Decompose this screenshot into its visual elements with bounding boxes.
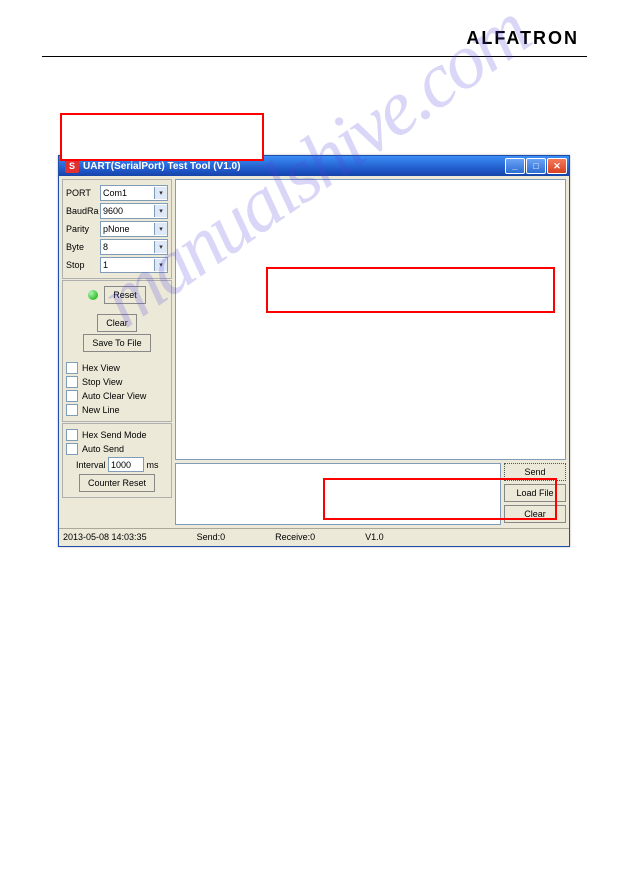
new-line-check[interactable]: New Line [66, 404, 168, 416]
chevron-down-icon: ▾ [154, 223, 167, 235]
status-led-icon [88, 290, 98, 300]
byte-label: Byte [66, 242, 100, 252]
hex-view-check[interactable]: Hex View [66, 362, 168, 374]
receive-textarea[interactable] [175, 179, 566, 460]
interval-label: Interval [76, 460, 106, 470]
auto-send-check[interactable]: Auto Send [66, 443, 168, 455]
byte-combo[interactable]: 8▾ [100, 239, 168, 255]
status-recv-count: Receive:0 [275, 532, 315, 542]
clear-button[interactable]: Clear [97, 314, 137, 332]
close-button[interactable]: ✕ [547, 158, 567, 174]
maximize-button[interactable]: □ [526, 158, 546, 174]
window-title: UART(SerialPort) Test Tool (V1.0) [83, 161, 240, 172]
annotation-box-1 [60, 113, 264, 161]
baud-label: BaudRa [66, 206, 100, 216]
interval-unit: ms [147, 460, 159, 470]
port-label: PORT [66, 188, 100, 198]
status-version: V1.0 [365, 532, 384, 542]
interval-input[interactable]: 1000 [108, 457, 144, 472]
parity-combo[interactable]: pNone▾ [100, 221, 168, 237]
auto-clear-check[interactable]: Auto Clear View [66, 390, 168, 402]
counter-reset-button[interactable]: Counter Reset [79, 474, 155, 492]
chevron-down-icon: ▾ [154, 187, 167, 199]
chevron-down-icon: ▾ [154, 205, 167, 217]
annotation-box-2 [266, 267, 555, 313]
minimize-button[interactable]: _ [505, 158, 525, 174]
stop-combo[interactable]: 1▾ [100, 257, 168, 273]
status-bar: 2013-05-08 14:03:35 Send:0 Receive:0 V1.… [59, 528, 569, 544]
parity-label: Parity [66, 224, 100, 234]
baud-combo[interactable]: 9600▾ [100, 203, 168, 219]
save-to-file-button[interactable]: Save To File [83, 334, 150, 352]
port-combo[interactable]: Com1▾ [100, 185, 168, 201]
app-icon: S [65, 159, 79, 173]
brand-logo: ALFATRON [466, 28, 579, 49]
chevron-down-icon: ▾ [154, 241, 167, 253]
reset-button[interactable]: Reset [104, 286, 146, 304]
port-settings-group: PORT Com1▾ BaudRa 9600▾ Parity pNone▾ By… [62, 179, 172, 279]
stop-label: Stop [66, 260, 100, 270]
annotation-box-3 [323, 478, 557, 520]
hex-send-check[interactable]: Hex Send Mode [66, 429, 168, 441]
status-send-count: Send:0 [197, 532, 226, 542]
divider [42, 56, 587, 57]
status-timestamp: 2013-05-08 14:03:35 [63, 532, 147, 542]
chevron-down-icon: ▾ [154, 259, 167, 271]
stop-view-check[interactable]: Stop View [66, 376, 168, 388]
